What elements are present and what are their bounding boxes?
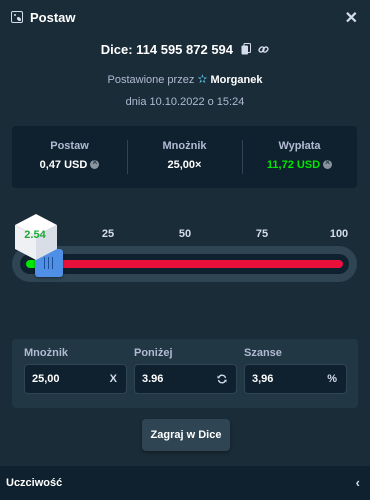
multiplier-field: Mnożnik 25,00 X [24,347,127,394]
vip-star-icon: ✫ [197,72,208,86]
multiplier-input-value: 25,00 [32,373,60,385]
username-link[interactable]: Morganek [211,74,263,86]
bet-stats: Postaw 0,47 USD Mnożnik 25,00× Wypłata 1… [12,126,357,188]
bet-inputs: Mnożnik 25,00 X Poniżej 3.96 Szanse 3,96… [12,339,358,408]
currency-icon [323,157,333,169]
bet-id-text: Dice: 114 595 872 594 [100,42,234,57]
slider-track [20,254,349,274]
stat-bet-value: 0,47 USD [12,157,127,171]
dice-icon [11,11,23,23]
stat-bet: Postaw 0,47 USD [12,126,127,188]
swap-icon[interactable] [217,373,227,387]
roll-under-label: Poniżej [134,347,173,359]
currency-icon [90,157,100,169]
stat-multiplier-label: Mnożnik [162,140,207,152]
stat-payout: Wypłata 11,72 USD [242,126,357,188]
play-dice-button[interactable]: Zagraj w Dice [142,419,230,451]
roll-under-field: Poniżej 3.96 [134,347,237,394]
dice-slider[interactable] [12,246,357,282]
close-icon[interactable]: ✕ [345,8,358,28]
stat-multiplier-value: 25,00× [167,159,202,171]
lose-range [38,260,343,268]
win-chance-field: Szanse 3,96 % [244,347,347,394]
tick-label: 100 [329,228,349,240]
fairness-footer[interactable]: Uczciwość ‹ [0,466,370,500]
bet-id: Dice: 114 595 872 594 [0,42,370,58]
multiplier-label: Mnożnik [24,347,68,359]
placed-by-prefix: Postawione przez [107,74,195,86]
bet-date: dnia 10.10.2022 o 15:24 [125,96,245,108]
win-chance-input-value: 3,96 [252,373,274,385]
copy-icon[interactable] [241,43,251,58]
modal-header: Postaw ✕ [0,0,370,34]
tick-label: 50 [178,228,192,240]
placed-by: Postawione przez ✫ Morganek [0,72,370,86]
win-chance-suffix: % [327,373,337,385]
result-value: 2.54 [24,229,46,241]
link-icon[interactable] [258,43,269,58]
modal-title: Postaw [30,10,76,25]
stat-payout-value: 11,72 USD [242,157,357,171]
tick-label: 75 [255,228,269,240]
stat-payout-label: Wypłata [278,140,321,152]
tick-label: 25 [101,228,115,240]
win-chance-input[interactable]: 3,96 % [244,364,347,394]
multiplier-suffix: X [109,373,117,385]
chevron-left-icon[interactable]: ‹ [356,475,360,490]
stat-bet-label: Postaw [50,140,89,152]
win-chance-label: Szanse [244,347,282,359]
roll-under-input[interactable]: 3.96 [134,364,237,394]
roll-under-input-value: 3.96 [142,373,164,385]
stat-multiplier: Mnożnik 25,00× [127,126,242,188]
multiplier-input[interactable]: 25,00 X [24,364,127,394]
fairness-label: Uczciwość [6,477,63,489]
